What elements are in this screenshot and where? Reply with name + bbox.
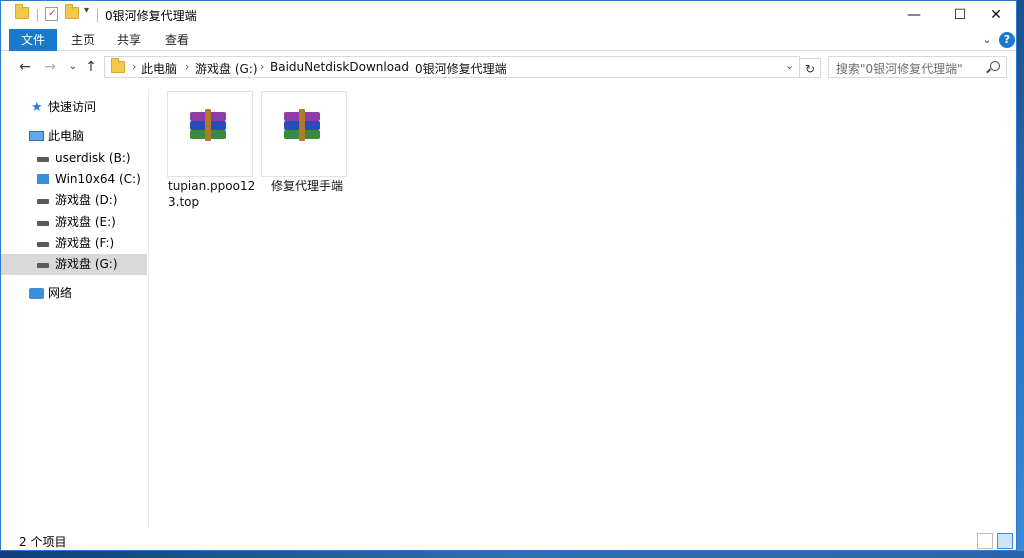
breadcrumb-baidu[interactable]: BaiduNetdiskDownload [270, 60, 409, 74]
search-box[interactable]: 搜索"0银河修复代理端" [828, 56, 1007, 78]
folder-icon [111, 58, 125, 76]
nav-network[interactable]: 网络 [1, 283, 147, 304]
navigation-bar: ← → ⌄ ↑ › 此电脑 › 游戏盘 (G:) › BaiduNetdiskD… [1, 52, 1016, 82]
file-item[interactable] [167, 91, 253, 177]
file-list: tupian.ppoo123.top 修复代理手端 [151, 83, 1016, 528]
desktop-background [0, 551, 1024, 558]
drive-icon [37, 242, 49, 247]
tab-home[interactable]: 主页 [71, 29, 95, 51]
breadcrumb-this-pc[interactable]: 此电脑 [141, 60, 177, 77]
nav-drive-c[interactable]: Win10x64 (C:) [1, 169, 147, 190]
nav-drive-d[interactable]: 游戏盘 (D:) [1, 190, 147, 211]
windows-drive-icon [37, 174, 49, 184]
file-item[interactable] [261, 91, 347, 177]
drive-icon [37, 199, 49, 204]
drive-icon [37, 263, 49, 268]
refresh-button[interactable]: ↻ [799, 58, 821, 78]
minimize-button[interactable]: — [891, 1, 937, 29]
star-icon: ★ [31, 100, 43, 115]
network-icon [29, 288, 44, 299]
help-icon[interactable]: ? [999, 32, 1015, 48]
nav-label: 游戏盘 (F:) [55, 236, 115, 250]
nav-label: 游戏盘 (E:) [55, 215, 116, 229]
tab-file[interactable]: 文件 [9, 29, 57, 51]
details-view-button[interactable] [977, 533, 993, 549]
nav-drive-f[interactable]: 游戏盘 (F:) [1, 233, 147, 254]
chevron-right-icon[interactable]: › [260, 60, 264, 73]
address-bar[interactable]: › 此电脑 › 游戏盘 (G:) › BaiduNetdiskDownload … [104, 56, 800, 78]
large-icons-view-button[interactable] [997, 533, 1013, 549]
chevron-right-icon[interactable]: › [405, 60, 409, 73]
tab-view[interactable]: 查看 [165, 29, 189, 51]
drive-icon [37, 221, 49, 226]
navigation-pane: ★ 快速访问 此电脑 userdisk (B:) Win10x64 (C:) 游… [1, 89, 149, 529]
file-name[interactable]: tupian.ppoo123.top [168, 178, 258, 210]
title-bar: ✓ ▾ 0银河修复代理端 — ☐ ✕ [1, 1, 1016, 29]
computer-icon [29, 131, 44, 141]
divider [37, 9, 38, 22]
nav-label: userdisk (B:) [55, 151, 131, 165]
customize-toolbar-icon[interactable]: ▾ [84, 5, 89, 21]
drive-icon [37, 157, 49, 162]
nav-label: 游戏盘 (D:) [55, 193, 118, 207]
chevron-right-icon[interactable]: › [132, 60, 136, 73]
file-name[interactable]: 修复代理手端 [271, 178, 361, 194]
item-count: 2 个项目 [19, 535, 67, 549]
nav-label: 网络 [48, 286, 73, 300]
desktop-background [1017, 0, 1024, 558]
nav-label: 快速访问 [48, 100, 97, 114]
status-bar: 2 个项目 [1, 531, 1016, 550]
window-title: 0银河修复代理端 [105, 9, 197, 23]
folder-icon [15, 4, 29, 23]
new-folder-icon[interactable] [65, 4, 79, 23]
breadcrumb-drive-g[interactable]: 游戏盘 (G:) [195, 60, 258, 77]
nav-drive-e[interactable]: 游戏盘 (E:) [1, 212, 147, 233]
forward-button[interactable]: → [40, 57, 60, 77]
breadcrumb-current-folder[interactable]: 0银河修复代理端 [415, 60, 507, 77]
close-button[interactable]: ✕ [973, 1, 1016, 29]
nav-drive-b[interactable]: userdisk (B:) [1, 148, 147, 169]
winrar-archive-icon [284, 109, 324, 150]
nav-label: Win10x64 (C:) [55, 172, 141, 186]
nav-label: 游戏盘 (G:) [55, 257, 118, 271]
divider [97, 9, 98, 22]
tab-share[interactable]: 共享 [117, 29, 141, 51]
nav-label: 此电脑 [48, 129, 85, 143]
recent-locations-button[interactable]: ⌄ [63, 57, 83, 77]
ribbon-tabs: 文件 主页 共享 查看 ⌄ ? [1, 29, 1016, 51]
winrar-archive-icon [190, 109, 230, 150]
nav-drive-g[interactable]: 游戏盘 (G:) [1, 254, 147, 275]
properties-icon[interactable]: ✓ [45, 7, 58, 21]
chevron-down-icon[interactable]: ⌄ [785, 59, 794, 72]
explorer-window: ✓ ▾ 0银河修复代理端 — ☐ ✕ 文件 主页 共享 查看 ⌄ ? ← → ⌄… [0, 0, 1017, 551]
search-input[interactable]: 搜索"0银河修复代理端" [836, 60, 963, 77]
chevron-right-icon[interactable]: › [185, 60, 189, 73]
expand-ribbon-icon[interactable]: ⌄ [979, 32, 995, 48]
nav-this-pc[interactable]: 此电脑 [1, 126, 147, 147]
up-button[interactable]: ↑ [81, 57, 101, 77]
back-button[interactable]: ← [15, 57, 35, 77]
search-icon[interactable] [990, 61, 1000, 71]
nav-quick-access[interactable]: ★ 快速访问 [1, 97, 147, 118]
